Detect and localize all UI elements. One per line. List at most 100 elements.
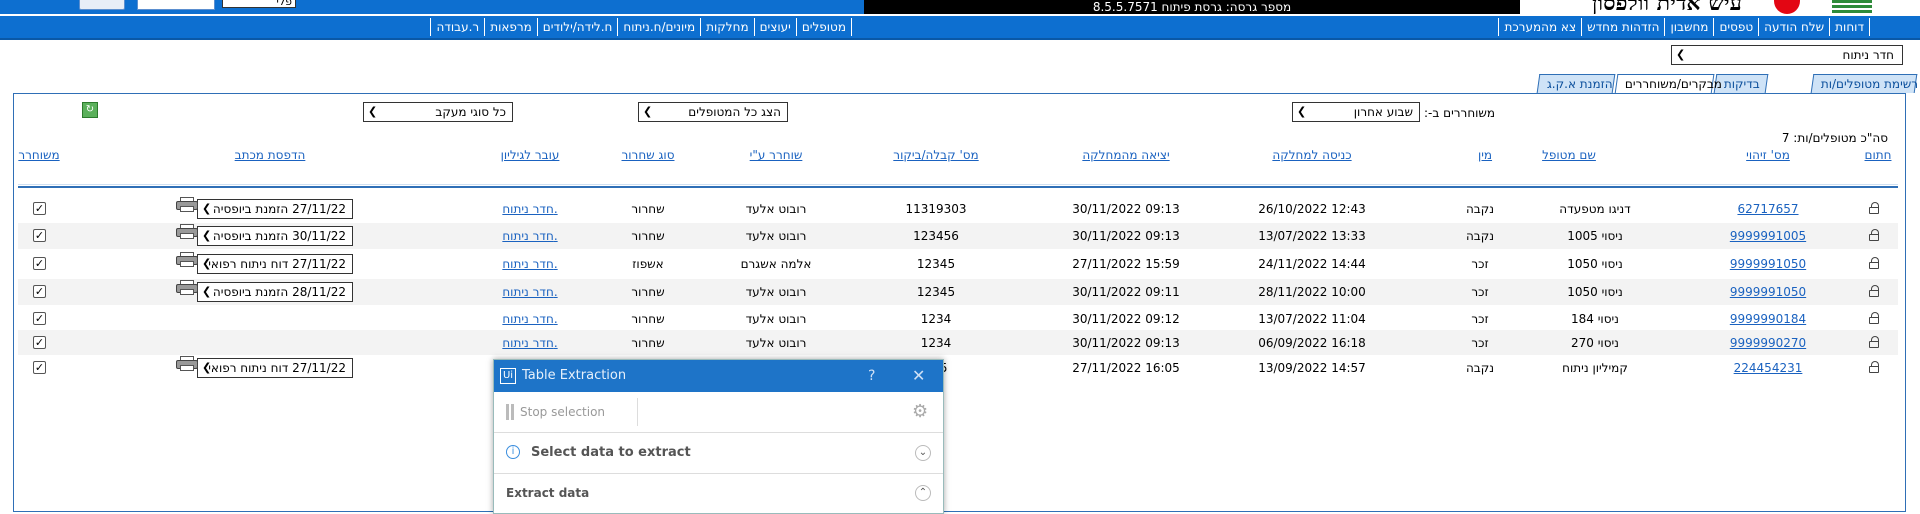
menu-item-exit[interactable]: צא מהמערכת [1498, 18, 1581, 36]
print-letter-select[interactable]: 27/11/22 דוח ניתוח רפואי ❯ [197, 254, 353, 274]
table-row: 9999991050 ניסוי 1050 זכר 24/11/2022 14:44 2… [18, 251, 1898, 277]
cell-id[interactable]: 224454231 [1690, 355, 1846, 381]
cell-id[interactable]: 9999991050 [1690, 279, 1846, 305]
lock-icon[interactable] [1869, 229, 1879, 241]
menu-item-delivery[interactable]: ח.לידה/ילודים [536, 18, 618, 36]
menu-item-patients[interactable]: מטופלים [795, 18, 851, 36]
header-released[interactable]: משוחרר [14, 148, 64, 162]
close-icon[interactable]: ✕ [912, 360, 925, 392]
tab-patient-list[interactable]: רשימת מטופלים/ות [1810, 74, 1918, 93]
header-admission[interactable]: כניסה למחלקה [1239, 148, 1385, 162]
top-input[interactable] [137, 0, 215, 10]
lock-icon[interactable] [1869, 361, 1879, 373]
header-gender[interactable]: מין [1455, 148, 1515, 162]
cell-moved-to[interactable]: חדר ניתוח. [480, 306, 580, 332]
cell-patient-name: ניסוי 1050 [1567, 285, 1623, 299]
printer-icon[interactable] [176, 224, 198, 239]
menu-left-group: מטופלים יעוצים מחלקות מיונים/ח.ניתוח ח.ל… [430, 18, 852, 36]
cell-exit: 30/11/2022 09:13 [1072, 229, 1180, 243]
menu-item-worklist[interactable]: ר.עבודה [430, 18, 484, 36]
tab-visitors-released[interactable]: מבקרים/משוחררים [1614, 74, 1722, 94]
print-letter-select[interactable]: 30/11/22 הזמנת ביופסיה ❯ [197, 226, 353, 246]
chevron-up-icon[interactable]: ⌃ [915, 485, 931, 501]
cell-id[interactable]: 9999990270 [1690, 330, 1846, 356]
header-visit-number[interactable]: מס' קבלה/ביקור [866, 148, 1006, 162]
top-select[interactable]: פלי [222, 0, 296, 8]
lock-icon[interactable] [1869, 312, 1879, 324]
help-icon[interactable]: ? [868, 360, 875, 392]
cell-released-by: רובוט אלעד [745, 229, 807, 243]
header-release-type[interactable]: סוג שחרור [598, 148, 698, 162]
stop-selection-bar: Stop selection ⚙ [494, 392, 943, 433]
header-signed[interactable]: חתום [1858, 148, 1898, 162]
menu-item-forms[interactable]: טפסים [1713, 18, 1758, 36]
cell-admission: 26/10/2022 12:43 [1258, 202, 1366, 216]
menu-item-er-or[interactable]: מיונים/ח.ניתוח [617, 18, 700, 36]
header-released-by[interactable]: שוחרר ע"י [716, 148, 836, 162]
header-moved-to[interactable]: עובר לגיליון [480, 148, 580, 162]
header-id[interactable]: מס' זיהוי [1690, 148, 1846, 162]
tab-ecg-order[interactable]: הזמנת א.ק.ג [1536, 74, 1616, 93]
cell-id[interactable]: 9999991050 [1690, 251, 1846, 277]
header-print-letter[interactable]: הדפסת מכתב [160, 148, 380, 162]
header-exit[interactable]: יציאה מהמחלקה [1056, 148, 1196, 162]
select-data-section[interactable]: i Select data to extract ⌄ [494, 433, 943, 474]
printer-icon[interactable] [176, 280, 198, 295]
lock-icon[interactable] [1869, 202, 1879, 214]
released-checkbox[interactable]: ✓ [33, 202, 46, 215]
menu-item-send-message[interactable]: שלח הודעה [1758, 18, 1829, 36]
cell-visit-number: 1234 [920, 312, 952, 326]
released-checkbox[interactable]: ✓ [33, 312, 46, 325]
released-checkbox[interactable]: ✓ [33, 285, 46, 298]
printer-icon[interactable] [176, 197, 198, 212]
table-row: 9999991005 ניסוי 1005 נקבה 13/07/2022 13:33… [18, 223, 1898, 249]
chevron-down-icon[interactable]: ⌄ [915, 445, 931, 461]
released-checkbox[interactable]: ✓ [33, 361, 46, 374]
released-period-select[interactable]: שבוע אחרון ❯ [1292, 102, 1420, 122]
cell-id[interactable]: 9999990184 [1690, 306, 1846, 332]
menu-item-calculator[interactable]: מחשבון [1664, 18, 1713, 36]
gear-icon[interactable]: ⚙ [912, 402, 928, 422]
refresh-icon[interactable]: ↻ [82, 102, 98, 118]
released-checkbox[interactable]: ✓ [33, 336, 46, 349]
patients-filter-select[interactable]: הצג כל המטופלים ❯ [638, 102, 788, 122]
print-letter-select[interactable]: 27/11/22 הזמנת ביופסיה ❯ [197, 199, 353, 219]
print-letter-value: 27/11/22 דוח ניתוח רפואי [208, 257, 346, 271]
cell-visit-number: 12345 [916, 285, 956, 299]
cell-admission: 13/07/2022 11:04 [1258, 312, 1366, 326]
released-checkbox[interactable]: ✓ [33, 257, 46, 270]
cell-moved-to[interactable]: חדר ניתוח. [480, 251, 580, 277]
cell-patient-name: קמיליון ניתוח [1562, 361, 1628, 375]
cell-moved-to[interactable]: חדר ניתוח. [480, 196, 580, 222]
hospital-logo: עיש אדית וולפסון [1520, 0, 1920, 14]
stop-selection-button[interactable]: Stop selection [520, 392, 605, 432]
menu-item-consults[interactable]: יעוצים [753, 18, 796, 36]
pause-icon[interactable] [506, 404, 514, 420]
menu-item-departments[interactable]: מחלקות [700, 18, 753, 36]
extract-data-section[interactable]: Extract data ⌃ [494, 474, 943, 513]
cell-id[interactable]: 9999991005 [1690, 223, 1846, 249]
cell-release-type: אשפוז [632, 257, 664, 271]
cell-id[interactable]: 62717657 [1690, 196, 1846, 222]
lock-icon[interactable] [1869, 257, 1879, 269]
cell-moved-to[interactable]: חדר ניתוח. [480, 330, 580, 356]
lock-icon[interactable] [1869, 285, 1879, 297]
top-button[interactable] [79, 0, 125, 10]
printer-icon[interactable] [176, 356, 198, 371]
followup-filter-select[interactable]: כל סוגי מעקב ❯ [363, 102, 513, 122]
cell-moved-to[interactable]: חדר ניתוח. [480, 223, 580, 249]
header-underline [18, 186, 1898, 188]
room-select[interactable]: חדר ניתוח ❯ [1671, 45, 1903, 65]
menu-item-reauth[interactable]: הזדהות מחדש [1581, 18, 1664, 36]
lock-icon[interactable] [1869, 336, 1879, 348]
cell-gender: זכר [1471, 285, 1489, 299]
cell-moved-to[interactable]: חדר ניתוח. [480, 279, 580, 305]
menu-item-clinics[interactable]: מרפאות [484, 18, 537, 36]
table-row: 9999990270 ניסוי 270 זכר 06/09/2022 16:18 30… [18, 330, 1898, 356]
print-letter-select[interactable]: 28/11/22 הזמנת ביופסיה ❯ [197, 282, 353, 302]
print-letter-select[interactable]: 27/11/22 דוח ניתוח רפואי ❯ [197, 358, 353, 378]
printer-icon[interactable] [176, 252, 198, 267]
table-row: 9999990184 ניסוי 184 זכר 13/07/2022 11:04 30… [18, 306, 1898, 332]
released-checkbox[interactable]: ✓ [33, 229, 46, 242]
menu-item-reports[interactable]: דוחות [1829, 18, 1869, 36]
